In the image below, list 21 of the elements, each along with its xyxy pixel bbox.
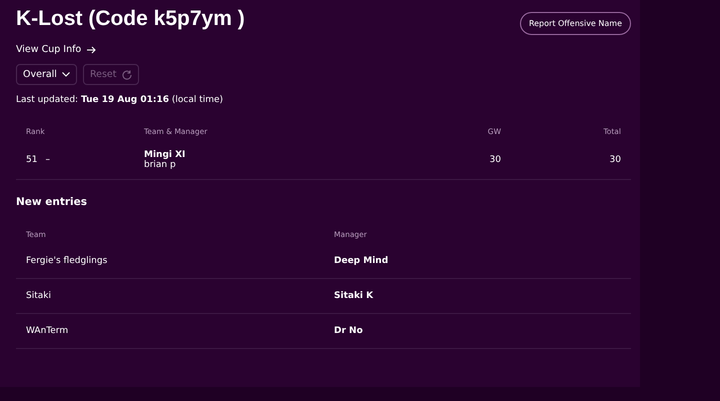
cup-info-link[interactable]: View Cup Info bbox=[16, 44, 96, 55]
gameweek-points: 30 bbox=[490, 155, 501, 165]
rank-text: 51 bbox=[26, 155, 38, 165]
movement-indicator: – bbox=[45, 155, 50, 165]
total-points: 30 bbox=[610, 155, 621, 165]
refresh-icon bbox=[122, 70, 132, 80]
team-name: Sitaki bbox=[26, 291, 51, 301]
last-updated-text: Last updated: Tue 19 Aug 01:16 (local time) bbox=[16, 95, 224, 105]
team-name: Fergie's fledglings bbox=[26, 256, 108, 266]
arrow-icon bbox=[87, 46, 96, 54]
manager-name: Dr No bbox=[334, 326, 363, 336]
report-button[interactable]: Report Offensive Name bbox=[520, 12, 631, 35]
manager-name: brian p bbox=[144, 160, 177, 170]
team-name[interactable]: Mingi XI bbox=[144, 150, 394, 160]
filter-dropdown[interactable]: Overall bbox=[16, 64, 77, 85]
league-title: K-Lost (Code k5p7ym ) bbox=[16, 6, 245, 32]
manager-name: Deep Mind bbox=[334, 256, 388, 266]
section-heading: New entries bbox=[16, 196, 88, 208]
manager-name: Sitaki K bbox=[334, 291, 374, 301]
chevron-icon bbox=[62, 72, 70, 77]
team-name: WAnTerm bbox=[26, 326, 68, 336]
